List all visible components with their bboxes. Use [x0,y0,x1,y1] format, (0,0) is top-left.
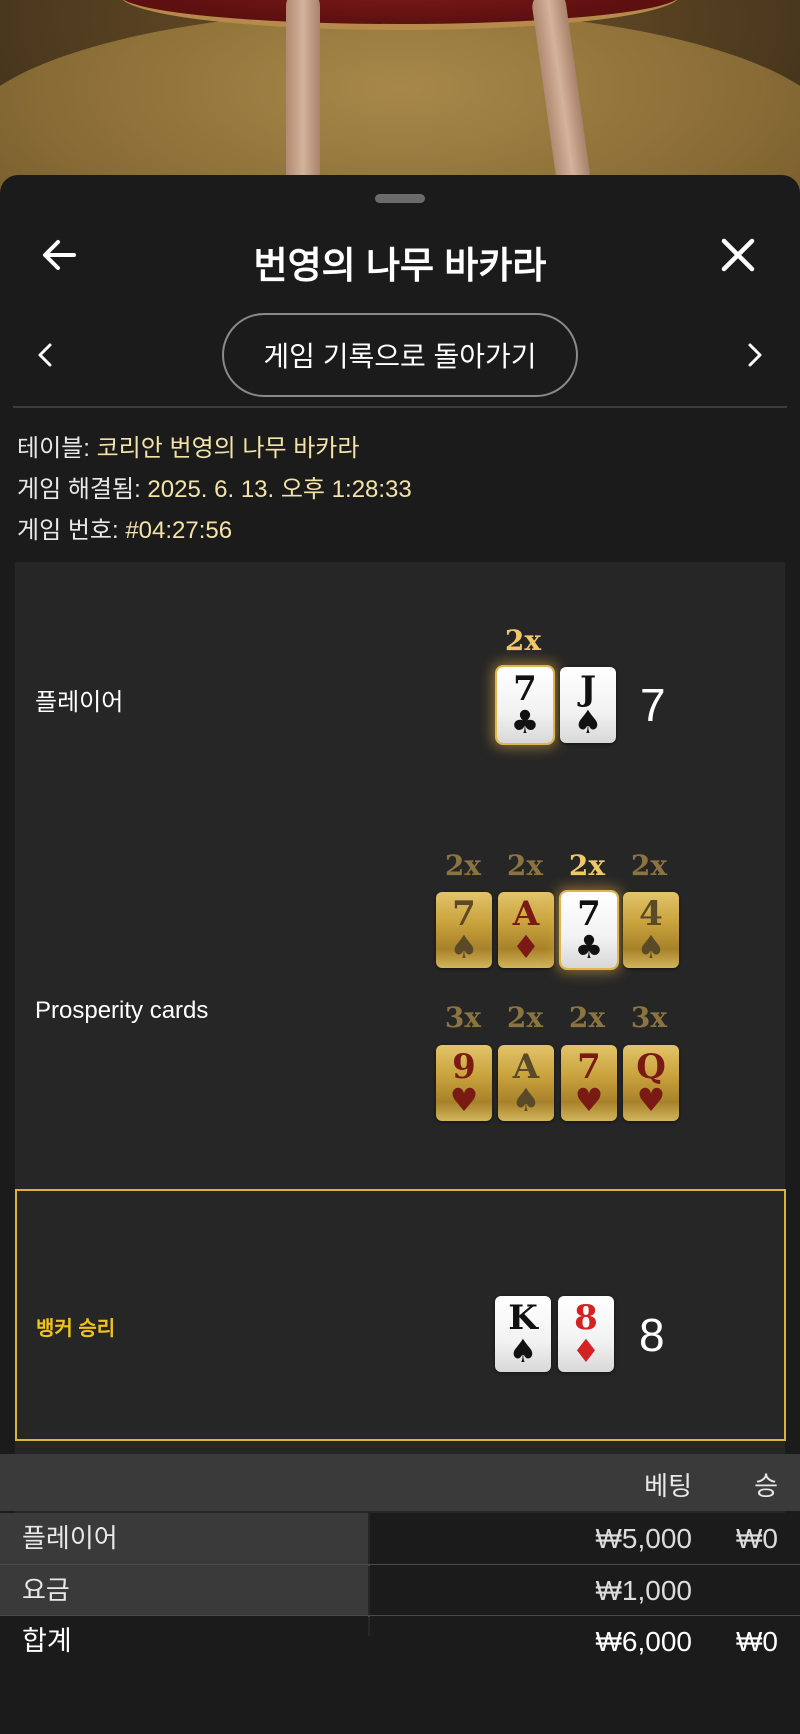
win-column-header: 승 [754,1471,778,1501]
prosperity-multiplier: 2x [444,849,482,882]
live-video-background [0,0,800,200]
bet-amount: ₩5,000 [595,1523,693,1554]
game-details-sheet: 번영의 나무 바카라 게임 기록으로 돌아가기 테이블: 코리안 번영의 나무 … [0,175,800,1734]
divider [13,406,787,408]
bets-table-header: 베팅 승 [0,1454,800,1511]
row-values: ₩5,000 ₩0 [370,1513,800,1564]
previous-game-button[interactable] [30,335,60,375]
chevron-right-icon [748,343,762,367]
player-card-2: J ♠ [560,667,616,743]
diamond-icon: ♦ [571,1332,601,1370]
spade-icon: ♠ [511,1081,541,1119]
table-info: 테이블: 코리안 번영의 나무 바카라 [17,428,359,463]
chevron-left-icon [38,343,52,367]
resolved-info-value: 2025. 6. 13. 오후 1:28:33 [147,476,412,503]
win-amount: ₩0 [736,1523,778,1554]
prosperity-multiplier: 2x [506,849,544,882]
close-button[interactable] [716,233,760,277]
prosperity-multiplier: 2x [568,1001,606,1034]
prosperity-card: 9 ♥ [436,1045,492,1121]
total-win-amount: ₩0 [736,1626,778,1657]
club-icon: ♣ [510,703,540,741]
heart-icon: ♥ [449,1081,479,1119]
spade-icon: ♠ [508,1332,538,1370]
game-number-info: 게임 번호: #04:27:56 [17,510,232,545]
club-icon: ♣ [574,928,604,966]
heart-icon: ♥ [574,1081,604,1119]
total-values: ₩6,000 ₩0 [370,1616,800,1667]
banker-card-2: 8 ♦ [558,1296,614,1372]
sheet-header: 번영의 나무 바카라 [0,215,800,295]
banker-win-label: 뱅커 승리 [36,1318,116,1340]
table-info-label: 테이블: [17,435,97,462]
total-bet-amount: ₩6,000 [595,1626,693,1657]
prosperity-card: Q ♥ [623,1045,679,1121]
player-card-multiplier: 2x [504,624,542,657]
player-label: 플레이어 [35,689,124,716]
banker-score: 8 [639,1309,665,1361]
resolved-info: 게임 해결됨: 2025. 6. 13. 오후 1:28:33 [17,469,412,504]
game-number-label: 게임 번호: [17,517,126,544]
prosperity-card: 4 ♠ [623,892,679,968]
player-card-1: 7 ♣ [497,667,553,743]
prosperity-label: Prosperity cards [35,997,209,1024]
game-navigation: 게임 기록으로 돌아가기 [0,313,800,397]
table-row: 요금 ₩1,000 [0,1565,800,1616]
next-game-button[interactable] [740,335,770,375]
spade-icon: ♠ [573,703,603,741]
player-score: 7 [640,679,666,731]
prosperity-multiplier: 2x [568,849,606,882]
prosperity-multiplier: 3x [630,1001,668,1034]
back-to-history-button[interactable]: 게임 기록으로 돌아가기 [222,313,578,397]
resolved-info-label: 게임 해결됨: [17,476,148,503]
spade-icon: ♠ [449,928,479,966]
row-values: ₩1,000 [370,1565,800,1616]
drag-handle[interactable] [375,194,425,203]
close-icon [721,238,755,272]
prosperity-multiplier: 2x [630,849,668,882]
row-label: 플레이어 [0,1513,368,1564]
banker-card-1: K ♠ [495,1296,551,1372]
total-row: 합계 ₩6,000 ₩0 [0,1616,800,1667]
bet-amount: ₩1,000 [595,1575,693,1606]
game-number-value: #04:27:56 [125,517,233,544]
table-row: 플레이어 ₩5,000 ₩0 [0,1513,800,1564]
prosperity-multiplier: 2x [506,1001,544,1034]
prosperity-card: A ♦ [498,892,554,968]
prosperity-card: 7 ♠ [436,892,492,968]
heart-icon: ♥ [636,1081,666,1119]
banker-winner-highlight [15,1189,786,1441]
dealer-arm-left [286,0,320,190]
spade-icon: ♠ [636,928,666,966]
prosperity-card-highlighted: 7 ♣ [561,892,617,968]
bet-column-header: 베팅 [644,1471,692,1501]
prosperity-multiplier: 3x [444,1001,482,1034]
table-surface [0,10,800,200]
diamond-icon: ♦ [511,928,541,966]
page-title: 번영의 나무 바카라 [253,245,547,286]
table-info-value: 코리안 번영의 나무 바카라 [96,435,360,462]
row-label: 요금 [0,1565,368,1616]
prosperity-card: A ♠ [498,1045,554,1121]
prosperity-card: 7 ♥ [561,1045,617,1121]
total-label: 합계 [0,1616,368,1667]
